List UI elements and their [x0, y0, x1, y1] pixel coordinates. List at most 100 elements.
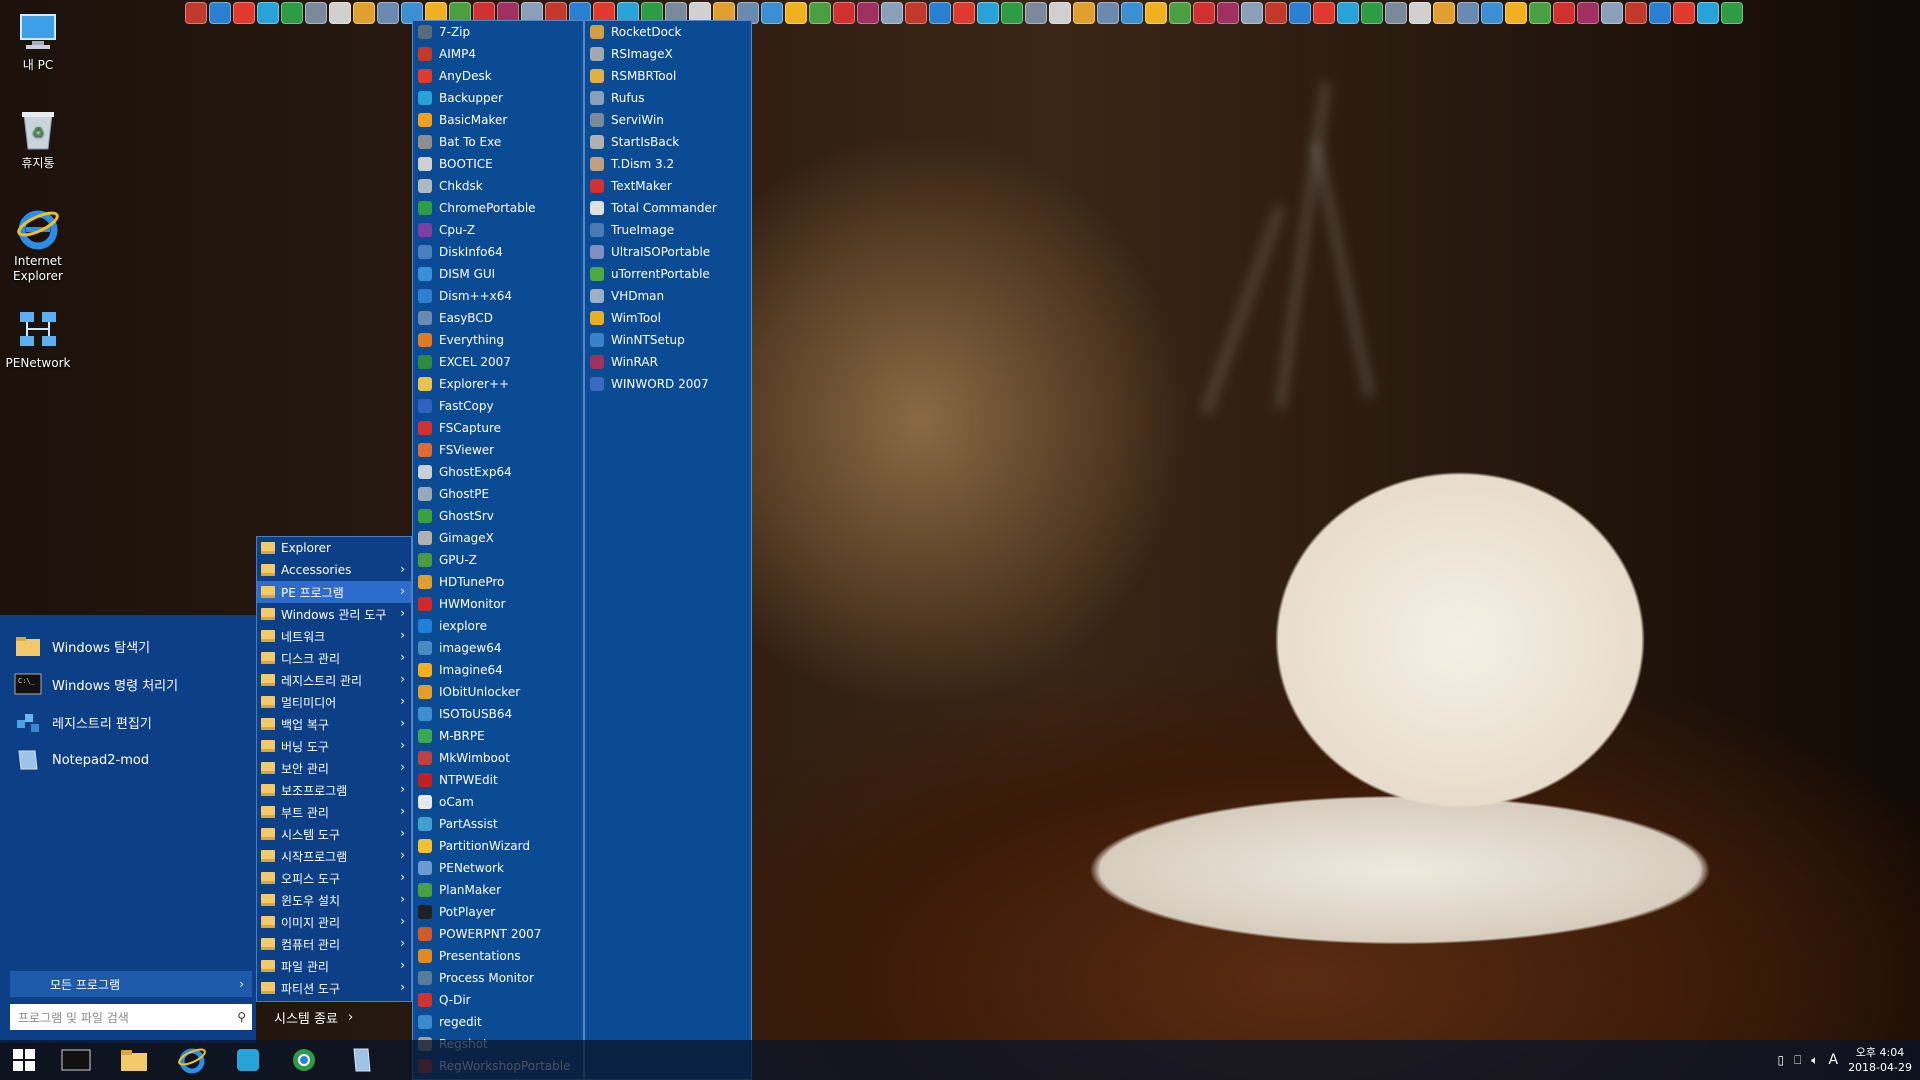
program-item[interactable]: Imagine64	[413, 659, 583, 681]
program-item[interactable]: GhostSrv	[413, 505, 583, 527]
toolbar-app-icon[interactable]	[1049, 2, 1071, 24]
toolbar-app-icon[interactable]	[1409, 2, 1431, 24]
toolbar-app-icon[interactable]	[1553, 2, 1575, 24]
folder-menu-item[interactable]: PE 프로그램 ›	[257, 581, 411, 603]
toolbar-app-icon[interactable]	[1073, 2, 1095, 24]
folder-menu-item[interactable]: 파일 관리 ›	[257, 955, 411, 977]
toolbar-app-icon[interactable]	[1481, 2, 1503, 24]
toolbar-app-icon[interactable]	[809, 2, 831, 24]
program-item[interactable]: regedit	[413, 1011, 583, 1033]
toolbar-app-icon[interactable]	[1601, 2, 1623, 24]
toolbar-app-icon[interactable]	[1145, 2, 1167, 24]
program-item[interactable]: GPU-Z	[413, 549, 583, 571]
program-item[interactable]: BasicMaker	[413, 109, 583, 131]
program-item[interactable]: DiskInfo64	[413, 241, 583, 263]
toolbar-app-icon[interactable]	[977, 2, 999, 24]
program-item[interactable]: WINWORD 2007	[585, 373, 751, 395]
program-item[interactable]: MkWimboot	[413, 747, 583, 769]
folder-menu-item[interactable]: 시스템 도구 ›	[257, 823, 411, 845]
program-item[interactable]: RSMBRTool	[585, 65, 751, 87]
toolbar-app-icon[interactable]	[185, 2, 207, 24]
program-item[interactable]: RocketDock	[585, 21, 751, 43]
program-item[interactable]: StartIsBack	[585, 131, 751, 153]
toolbar-app-icon[interactable]	[833, 2, 855, 24]
program-item[interactable]: Process Monitor	[413, 967, 583, 989]
program-item[interactable]: WimTool	[585, 307, 751, 329]
toolbar-app-icon[interactable]	[377, 2, 399, 24]
program-item[interactable]: GhostPE	[413, 483, 583, 505]
program-item[interactable]: FSCapture	[413, 417, 583, 439]
program-item[interactable]: AIMP4	[413, 43, 583, 65]
program-item[interactable]: Backupper	[413, 87, 583, 109]
pinned-command-prompt[interactable]: C:\_ Windows 명령 처리기	[0, 665, 256, 703]
toolbar-app-icon[interactable]	[1697, 2, 1719, 24]
program-item[interactable]: PENetwork	[413, 857, 583, 879]
usb-icon[interactable]: ▯	[1777, 1053, 1784, 1067]
program-item[interactable]: AnyDesk	[413, 65, 583, 87]
toolbar-app-icon[interactable]	[1169, 2, 1191, 24]
toolbar-app-icon[interactable]	[329, 2, 351, 24]
program-item[interactable]: Cpu-Z	[413, 219, 583, 241]
program-item[interactable]: BOOTICE	[413, 153, 583, 175]
folder-menu-item[interactable]: 시작프로그램 ›	[257, 845, 411, 867]
program-item[interactable]: PartAssist	[413, 813, 583, 835]
toolbar-app-icon[interactable]	[1457, 2, 1479, 24]
toolbar-app-icon[interactable]	[1025, 2, 1047, 24]
program-item[interactable]: WinNTSetup	[585, 329, 751, 351]
toolbar-app-icon[interactable]	[1529, 2, 1551, 24]
program-item[interactable]: Total Commander	[585, 197, 751, 219]
toolbar-app-icon[interactable]	[953, 2, 975, 24]
program-item[interactable]: HWMonitor	[413, 593, 583, 615]
program-item[interactable]: FastCopy	[413, 395, 583, 417]
volume-icon[interactable]: 🔈︎	[1811, 1053, 1818, 1068]
toolbar-app-icon[interactable]	[1313, 2, 1335, 24]
toolbar-app-icon[interactable]	[1265, 2, 1287, 24]
toolbar-app-icon[interactable]	[209, 2, 231, 24]
program-item[interactable]: ServiWin	[585, 109, 751, 131]
program-item[interactable]: T.Dism 3.2	[585, 153, 751, 175]
toolbar-app-icon[interactable]	[1289, 2, 1311, 24]
network-tray-icon[interactable]: ⎕	[1794, 1053, 1801, 1068]
folder-menu-item[interactable]: 보안 관리 ›	[257, 757, 411, 779]
toolbar-app-icon[interactable]	[881, 2, 903, 24]
toolbar-app-icon[interactable]	[1337, 2, 1359, 24]
folder-menu-item[interactable]: 파티션 도구 ›	[257, 977, 411, 999]
program-item[interactable]: PartitionWizard	[413, 835, 583, 857]
toolbar-app-icon[interactable]	[1673, 2, 1695, 24]
folder-menu-item[interactable]: 네트워크 ›	[257, 625, 411, 647]
folder-menu-item[interactable]: 보조프로그램 ›	[257, 779, 411, 801]
pinned-notepad2[interactable]: Notepad2-mod	[0, 741, 256, 779]
program-item[interactable]: GhostExp64	[413, 461, 583, 483]
toolbar-app-icon[interactable]	[1505, 2, 1527, 24]
toolbar-app-icon[interactable]	[929, 2, 951, 24]
ime-indicator[interactable]: A	[1828, 1052, 1838, 1068]
toolbar-app-icon[interactable]	[233, 2, 255, 24]
program-item[interactable]: PotPlayer	[413, 901, 583, 923]
program-item[interactable]: DISM GUI	[413, 263, 583, 285]
toolbar-app-icon[interactable]	[1385, 2, 1407, 24]
program-item[interactable]: TrueImage	[585, 219, 751, 241]
toolbar-app-icon[interactable]	[857, 2, 879, 24]
all-programs-button[interactable]: 모든 프로그램 ›	[10, 971, 252, 997]
program-item[interactable]: GimageX	[413, 527, 583, 549]
toolbar-app-icon[interactable]	[785, 2, 807, 24]
program-item[interactable]: M-BRPE	[413, 725, 583, 747]
toolbar-app-icon[interactable]	[1361, 2, 1383, 24]
shutdown-button[interactable]: 시스템 종료 ›	[258, 1004, 408, 1030]
program-item[interactable]: iexplore	[413, 615, 583, 637]
clock[interactable]: 오후 4:04 2018-04-29	[1848, 1045, 1912, 1075]
program-item[interactable]: UltraISOPortable	[585, 241, 751, 263]
toolbar-app-icon[interactable]	[1433, 2, 1455, 24]
taskbar-chrome-button[interactable]	[282, 1044, 326, 1076]
toolbar-app-icon[interactable]	[1577, 2, 1599, 24]
folder-menu-item[interactable]: 컴퓨터 관리 ›	[257, 933, 411, 955]
toolbar-app-icon[interactable]	[1649, 2, 1671, 24]
taskbar-ie-button[interactable]	[170, 1044, 214, 1076]
toolbar-app-icon[interactable]	[1193, 2, 1215, 24]
pinned-registry-editor[interactable]: 레지스트리 편집기	[0, 703, 256, 741]
toolbar-app-icon[interactable]	[1121, 2, 1143, 24]
taskbar-cmd-button[interactable]	[54, 1044, 98, 1076]
folder-menu-item[interactable]: 레지스트리 관리 ›	[257, 669, 411, 691]
toolbar-app-icon[interactable]	[761, 2, 783, 24]
program-item[interactable]: Presentations	[413, 945, 583, 967]
